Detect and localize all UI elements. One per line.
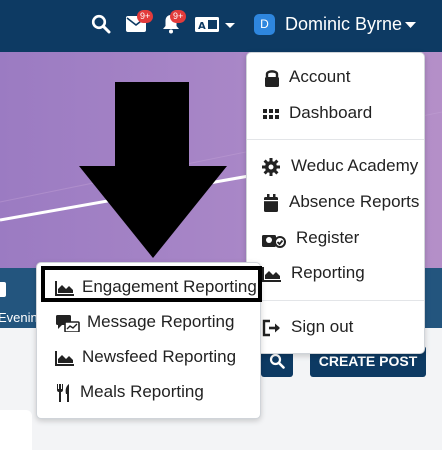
notifications-count-badge: 9+ bbox=[170, 10, 187, 23]
calendar-icon bbox=[264, 194, 278, 212]
submenu-item-label: Meals Reporting bbox=[80, 382, 204, 401]
gear-icon bbox=[262, 158, 280, 176]
chevron-down-icon[interactable] bbox=[405, 22, 416, 29]
top-navigation-bar: 9+ 9+ A D Dominic Byrne bbox=[0, 0, 442, 52]
user-check-icon bbox=[262, 235, 286, 248]
submenu-item-label: Message Reporting bbox=[87, 312, 235, 331]
menu-item-label: Register bbox=[296, 228, 360, 247]
menu-item-label: Reporting bbox=[291, 263, 365, 282]
menu-item-label: Dashboard bbox=[289, 103, 373, 122]
area-chart-icon bbox=[55, 351, 74, 366]
svg-text:A: A bbox=[198, 21, 206, 32]
user-dropdown-menu: Account Dashboard Weduc Academy Absence … bbox=[246, 52, 425, 354]
annotation-arrow bbox=[79, 82, 227, 258]
tile-icon bbox=[0, 282, 6, 297]
tile-label[interactable]: Evenin bbox=[0, 310, 38, 325]
submenu-item-label: Engagement Reporting bbox=[82, 277, 257, 296]
submenu-item-label: Newsfeed Reporting bbox=[82, 347, 237, 366]
search-icon bbox=[269, 353, 285, 369]
area-chart-icon bbox=[262, 267, 281, 282]
sign-out-icon bbox=[262, 319, 280, 337]
grid-icon bbox=[263, 109, 279, 119]
search-icon[interactable] bbox=[91, 14, 111, 34]
utensils-icon bbox=[57, 384, 69, 402]
message-report-icon bbox=[56, 315, 80, 332]
user-name[interactable]: Dominic Byrne bbox=[285, 14, 402, 35]
menu-divider bbox=[247, 300, 424, 301]
menu-item-label: Weduc Academy bbox=[291, 156, 419, 175]
reporting-submenu: Engagement Reporting Message Reporting N… bbox=[36, 262, 262, 419]
menu-item-label: Absence Reports bbox=[289, 192, 420, 211]
menu-item-label: Account bbox=[289, 67, 351, 86]
language-icon[interactable]: A bbox=[195, 17, 237, 33]
avatar[interactable]: D bbox=[254, 14, 275, 35]
lock-icon bbox=[265, 70, 279, 87]
menu-item-label: Sign out bbox=[291, 317, 354, 336]
menu-divider bbox=[247, 139, 424, 140]
area-chart-icon bbox=[55, 281, 74, 296]
content-card bbox=[0, 410, 32, 450]
mail-count-badge: 9+ bbox=[137, 10, 154, 23]
